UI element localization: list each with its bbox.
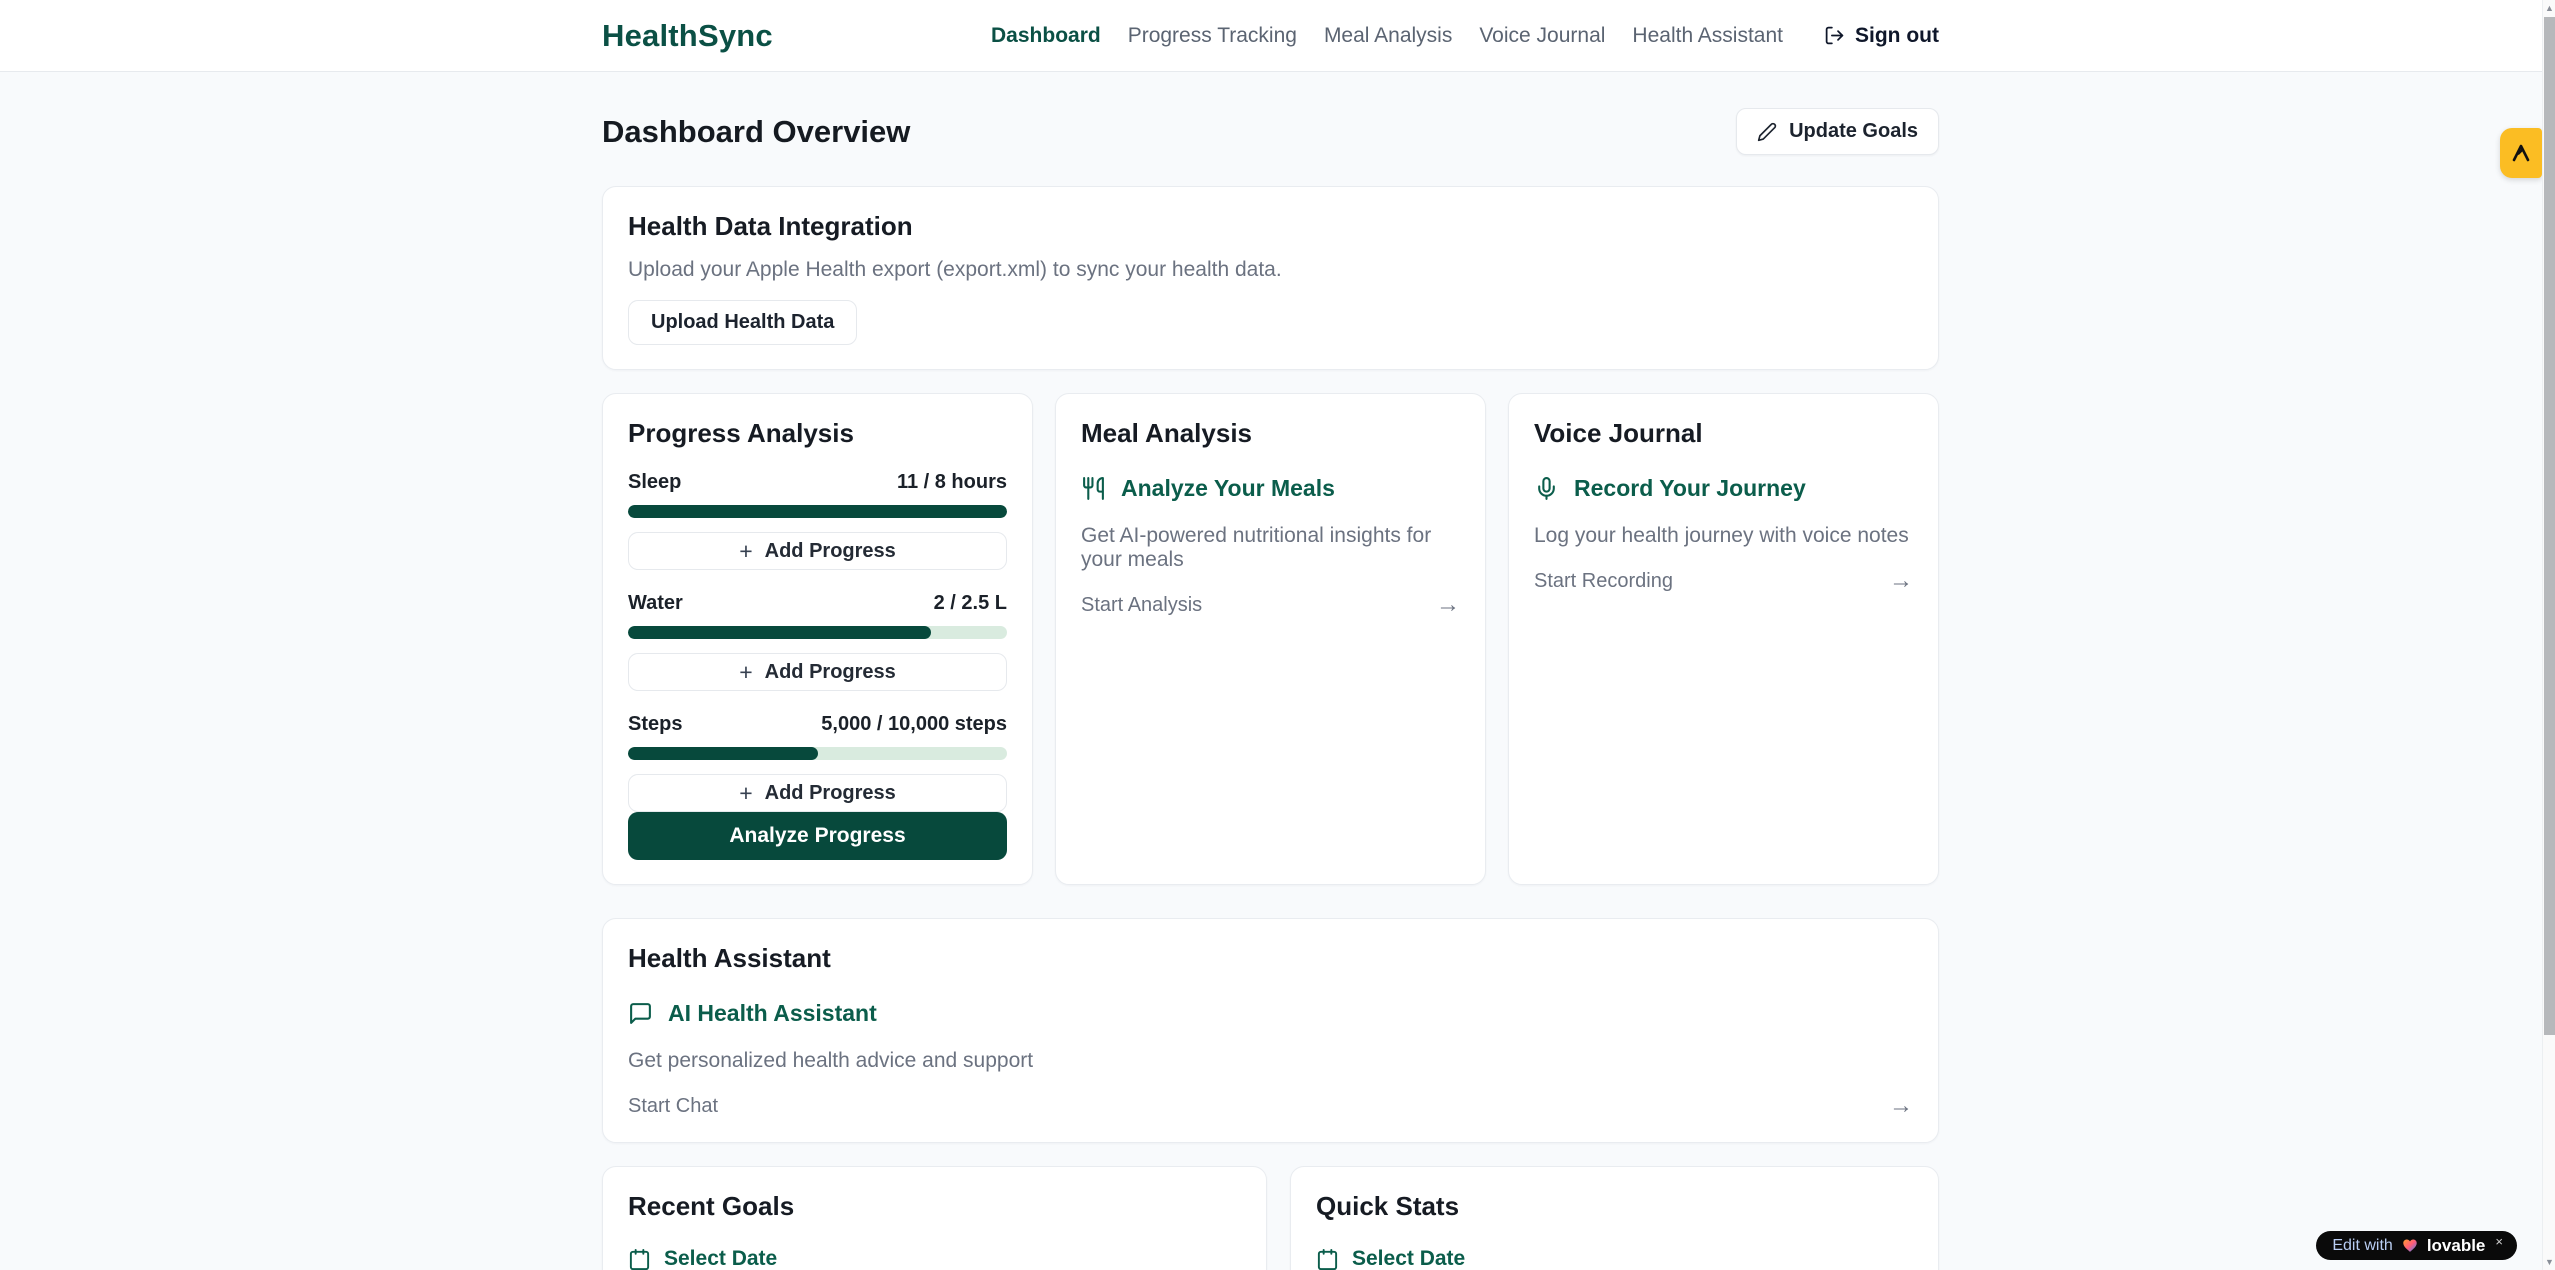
update-goals-button[interactable]: Update Goals (1736, 108, 1939, 155)
floating-widget-button[interactable] (2500, 128, 2542, 178)
arrow-right-icon: → (1436, 593, 1460, 617)
add-progress-button-sleep[interactable]: + Add Progress (628, 532, 1007, 570)
start-analysis-action[interactable]: Start Analysis → (1081, 593, 1460, 617)
lovable-heart-icon (2401, 1237, 2419, 1254)
arrow-right-icon: → (1889, 569, 1913, 593)
scrollbar-up-arrow[interactable]: ▲ (2543, 0, 2555, 16)
main-nav: Dashboard Progress Tracking Meal Analysi… (991, 24, 1939, 48)
health-assistant-description: Get personalized health advice and suppo… (628, 1049, 1913, 1073)
vertical-scrollbar[interactable]: ▲ ▼ (2542, 0, 2555, 1270)
health-assistant-title: Health Assistant (628, 943, 1913, 974)
progress-analysis-card: Progress Analysis Sleep 11 / 8 hours + A… (602, 393, 1033, 885)
edit-with-label: Edit with (2332, 1237, 2392, 1255)
nav-item-voice-journal[interactable]: Voice Journal (1479, 24, 1605, 48)
progress-bar-water (628, 626, 1007, 639)
microphone-icon (1534, 476, 1559, 501)
plus-icon: + (739, 782, 752, 805)
update-goals-label: Update Goals (1789, 120, 1918, 143)
health-assistant-card: Health Assistant AI Health Assistant Get… (602, 918, 1939, 1143)
metric-value: 11 / 8 hours (897, 471, 1007, 494)
nav-item-dashboard[interactable]: Dashboard (991, 24, 1101, 48)
quick-stats-select-date[interactable]: Select Date (1316, 1247, 1913, 1270)
metric-label: Steps (628, 713, 682, 736)
progress-bar-steps (628, 747, 1007, 760)
utensils-icon (1081, 476, 1106, 501)
nav-item-health-assistant[interactable]: Health Assistant (1632, 24, 1783, 48)
add-progress-button-steps[interactable]: + Add Progress (628, 774, 1007, 812)
calendar-icon (628, 1248, 651, 1270)
nav-item-progress-tracking[interactable]: Progress Tracking (1128, 24, 1297, 48)
nav-item-meal-analysis[interactable]: Meal Analysis (1324, 24, 1452, 48)
lovable-widget-icon (2509, 141, 2533, 165)
recent-goals-card: Recent Goals Select Date Today Yesterday… (602, 1166, 1267, 1270)
scrollbar-down-arrow[interactable]: ▼ (2543, 1254, 2555, 1270)
badge-close-icon[interactable]: × (2495, 1234, 2503, 1249)
progress-bar-sleep (628, 505, 1007, 518)
metric-steps: Steps 5,000 / 10,000 steps + Add Progres… (628, 713, 1007, 812)
analyze-your-meals-link[interactable]: Analyze Your Meals (1081, 475, 1460, 502)
top-navigation-bar: HealthSync Dashboard Progress Tracking M… (0, 0, 2542, 72)
voice-journal-card: Voice Journal Record Your Journey Log yo… (1508, 393, 1939, 885)
analyze-progress-button[interactable]: Analyze Progress (628, 812, 1007, 860)
pencil-icon (1757, 122, 1777, 142)
quick-stats-card: Quick Stats Select Date Today Yesterday … (1290, 1166, 1939, 1270)
sign-out-label: Sign out (1855, 24, 1939, 48)
quick-stats-title: Quick Stats (1316, 1191, 1913, 1222)
integration-description: Upload your Apple Health export (export.… (628, 258, 1913, 282)
metric-value: 5,000 / 10,000 steps (821, 713, 1007, 736)
metric-water: Water 2 / 2.5 L + Add Progress (628, 592, 1007, 691)
voice-journal-title: Voice Journal (1534, 418, 1913, 449)
calendar-icon (1316, 1248, 1339, 1270)
meal-analysis-description: Get AI-powered nutritional insights for … (1081, 524, 1460, 572)
metric-value: 2 / 2.5 L (934, 592, 1007, 615)
recent-goals-select-date[interactable]: Select Date (628, 1247, 1241, 1270)
sign-out-icon (1824, 25, 1845, 46)
start-chat-action[interactable]: Start Chat → (628, 1094, 1913, 1118)
health-data-integration-card: Health Data Integration Upload your Appl… (602, 186, 1939, 370)
recent-goals-title: Recent Goals (628, 1191, 1241, 1222)
chat-bubble-icon (628, 1001, 653, 1026)
voice-journal-description: Log your health journey with voice notes (1534, 524, 1913, 548)
meal-analysis-title: Meal Analysis (1081, 418, 1460, 449)
plus-icon: + (739, 540, 752, 563)
metric-label: Water (628, 592, 683, 615)
ai-health-assistant-link[interactable]: AI Health Assistant (628, 1000, 1913, 1027)
arrow-right-icon: → (1889, 1094, 1913, 1118)
progress-analysis-title: Progress Analysis (628, 418, 1007, 449)
metric-label: Sleep (628, 471, 681, 494)
lovable-label: lovable (2427, 1236, 2486, 1256)
edit-with-lovable-badge[interactable]: Edit with lovable × (2316, 1231, 2517, 1260)
integration-title: Health Data Integration (628, 211, 1913, 242)
record-your-journey-link[interactable]: Record Your Journey (1534, 475, 1913, 502)
page-title: Dashboard Overview (602, 114, 910, 150)
plus-icon: + (739, 661, 752, 684)
start-recording-action[interactable]: Start Recording → (1534, 569, 1913, 593)
metric-sleep: Sleep 11 / 8 hours + Add Progress (628, 471, 1007, 570)
add-progress-button-water[interactable]: + Add Progress (628, 653, 1007, 691)
scrollbar-thumb[interactable] (2544, 17, 2555, 1035)
upload-health-data-button[interactable]: Upload Health Data (628, 300, 857, 345)
meal-analysis-card: Meal Analysis Analyze Your Meals Get AI-… (1055, 393, 1486, 885)
app-logo[interactable]: HealthSync (602, 18, 773, 54)
sign-out-button[interactable]: Sign out (1824, 24, 1939, 48)
